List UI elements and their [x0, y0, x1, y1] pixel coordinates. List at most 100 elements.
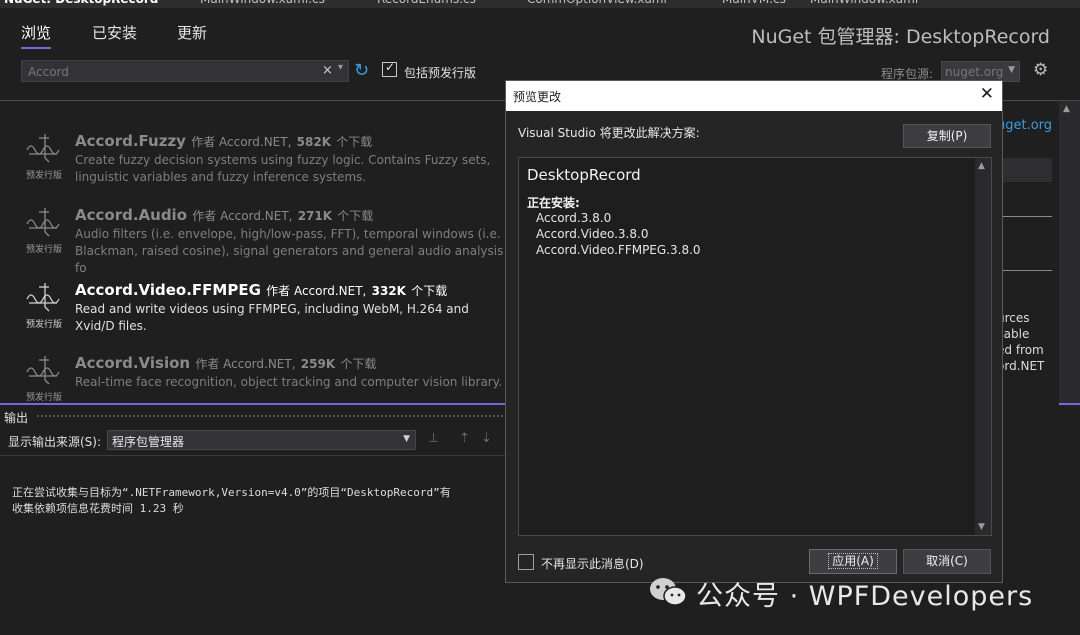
output-pane-grip[interactable]: [36, 414, 505, 419]
tab-updates[interactable]: 更新: [177, 22, 207, 43]
package-author: 作者 Accord.NET,: [192, 209, 293, 223]
doc-tab-mainvm[interactable]: MainVM.cs: [722, 0, 786, 8]
settings-gear-icon[interactable]: ⚙: [1033, 60, 1048, 80]
clear-search-icon[interactable]: ×: [322, 63, 333, 78]
doc-tab-mainwindow-cs[interactable]: MainWindow.xaml.cs: [200, 0, 325, 8]
package-name: Accord.Video.FFMPEG: [75, 281, 261, 299]
output-divider: [0, 455, 505, 456]
doc-tab-commoptionview[interactable]: CommOptionView.xaml: [527, 0, 667, 8]
package-name: Accord.Fuzzy: [75, 132, 186, 150]
search-history-dropdown-icon[interactable]: ▾: [338, 62, 343, 73]
prerelease-badge: 预发行版: [26, 245, 63, 255]
dont-show-again-checkbox[interactable]: [518, 554, 534, 570]
package-author: 作者 Accord.NET,: [195, 357, 296, 371]
project-name: DesktopRecord: [527, 166, 641, 184]
refresh-icon[interactable]: ↻: [354, 60, 369, 81]
package-title: Accord.Audio 作者 Accord.NET, 271K 个下载: [75, 206, 373, 224]
package-description: Create fuzzy decision systems using fuzz…: [75, 153, 491, 184]
chevron-down-icon: ▼: [1008, 65, 1015, 75]
details-action-button[interactable]: [997, 158, 1052, 182]
details-divider: [997, 216, 1052, 217]
details-text: ord.NET: [997, 359, 1045, 373]
package-icon: [26, 208, 60, 237]
output-line: 正在尝试收集与目标为“.NETFramework,Version=v4.0”的项…: [12, 486, 451, 499]
copy-button[interactable]: 复制(P): [903, 124, 991, 148]
scroll-down-icon[interactable]: ▼: [978, 522, 985, 532]
next-message-icon[interactable]: ⇣: [481, 431, 492, 446]
include-prerelease-label: 包括预发行版: [404, 66, 477, 80]
package-item-selected[interactable]: 预发行版 Accord.Video.FFMPEG 作者 Accord.NET, …: [0, 281, 505, 355]
output-source-value: 程序包管理器: [112, 435, 185, 449]
package-source-select[interactable]: nuget.org ▼: [941, 61, 1020, 82]
package-author: 作者 Accord.NET,: [266, 284, 367, 298]
package-downloads: 271K: [297, 209, 333, 223]
scroll-up-icon[interactable]: ▲: [978, 161, 985, 171]
package-downloads-suffix: 个下载: [340, 357, 377, 371]
prerelease-badge: 预发行版: [26, 393, 63, 403]
find-message-icon[interactable]: ⊥: [428, 431, 439, 446]
tab-installed[interactable]: 已安装: [92, 22, 137, 43]
previous-message-icon[interactable]: ⇡: [459, 431, 470, 446]
details-divider: [997, 270, 1052, 271]
package-description: Read and write videos using FFMPEG, incl…: [75, 302, 469, 333]
details-text: ed from: [997, 343, 1044, 357]
installing-package: Accord.3.8.0: [536, 211, 612, 225]
output-accent-line: [0, 403, 505, 405]
package-author: 作者 Accord.NET,: [191, 135, 292, 149]
package-downloads: 582K: [296, 135, 331, 149]
package-icon: [26, 134, 60, 163]
package-title: Accord.Fuzzy 作者 Accord.NET, 582K 个下载: [75, 132, 372, 150]
nuget-manager-title: NuGet 包管理器: DesktopRecord: [751, 26, 1050, 48]
output-pane-title: 输出: [4, 411, 29, 425]
output-source-select[interactable]: 程序包管理器 ▼: [107, 430, 416, 450]
package-title: Accord.Vision 作者 Accord.NET, 259K 个下载: [75, 354, 376, 372]
doc-tab-recordenums[interactable]: RecordEnums.cs: [377, 0, 476, 8]
installing-package: Accord.Video.FFMPEG.3.8.0: [536, 243, 701, 257]
document-tab-strip: NuGet: DesktopRecord MainWindow.xaml.cs …: [0, 0, 1080, 8]
scroll-up-icon[interactable]: ▲: [1063, 104, 1070, 114]
search-box: × ▾: [21, 60, 349, 82]
package-downloads-suffix: 个下载: [336, 135, 373, 149]
checkmark-icon: ✓: [385, 60, 396, 74]
package-source-value: nuget.org: [945, 65, 1004, 79]
package-icon: [26, 356, 60, 385]
dialog-title: 预览更改: [513, 90, 562, 104]
package-description: Real-time face recognition, object track…: [75, 375, 502, 389]
close-icon[interactable]: ✕: [980, 84, 994, 104]
search-input[interactable]: [26, 63, 320, 81]
wechat-logo-icon: [650, 578, 687, 606]
changes-preview-box: DesktopRecord 正在安装: Accord.3.8.0 Accord.…: [518, 157, 992, 536]
dialog-message: Visual Studio 将更改此解决方案:: [518, 126, 700, 140]
package-item[interactable]: 预发行版 Accord.Fuzzy 作者 Accord.NET, 582K 个下…: [0, 132, 505, 206]
dont-show-again-label: 不再显示此消息(D): [541, 557, 644, 571]
apply-button[interactable]: 应用(A): [809, 549, 897, 574]
preview-scrollbar[interactable]: ▲ ▼: [975, 158, 991, 535]
package-icon: [26, 283, 60, 312]
panel-accent-line: [1059, 403, 1080, 405]
package-downloads-suffix: 个下载: [411, 284, 448, 298]
prerelease-badge: 预发行版: [26, 320, 63, 330]
apply-button-label: 应用(A): [828, 553, 878, 569]
prerelease-badge: 预发行版: [26, 171, 63, 181]
include-prerelease-checkbox[interactable]: ✓: [382, 60, 397, 77]
output-source-label: 显示输出来源(S):: [8, 435, 102, 449]
package-description: Audio filters (i.e. envelope, high/low-p…: [75, 227, 504, 275]
package-item[interactable]: 预发行版 Accord.Audio 作者 Accord.NET, 271K 个下…: [0, 206, 505, 280]
output-line: 收集依赖项信息花费时间 1.23 秒: [12, 502, 184, 515]
package-downloads-suffix: 个下载: [337, 209, 374, 223]
installing-package: Accord.Video.3.8.0: [536, 227, 649, 241]
installing-label: 正在安装:: [527, 196, 580, 210]
package-downloads: 332K: [371, 284, 406, 298]
preview-changes-dialog: 预览更改 ✕ Visual Studio 将更改此解决方案: 复制(P) Des…: [505, 80, 1003, 583]
doc-tab-nuget[interactable]: NuGet: DesktopRecord: [4, 0, 158, 8]
cancel-button[interactable]: 取消(C): [903, 549, 991, 574]
package-downloads: 259K: [300, 357, 336, 371]
tab-browse[interactable]: 浏览: [21, 22, 52, 49]
doc-tab-mainwindow-xaml[interactable]: MainWindow.xaml: [810, 0, 918, 8]
details-source-link[interactable]: uget.org: [997, 118, 1052, 133]
watermark-text: 公众号 · WPFDevelopers: [696, 581, 1034, 612]
details-scrollbar[interactable]: [1059, 101, 1080, 404]
chevron-down-icon: ▼: [403, 434, 410, 444]
dialog-titlebar[interactable]: 预览更改 ✕: [506, 81, 1002, 111]
package-name: Accord.Audio: [75, 206, 188, 224]
